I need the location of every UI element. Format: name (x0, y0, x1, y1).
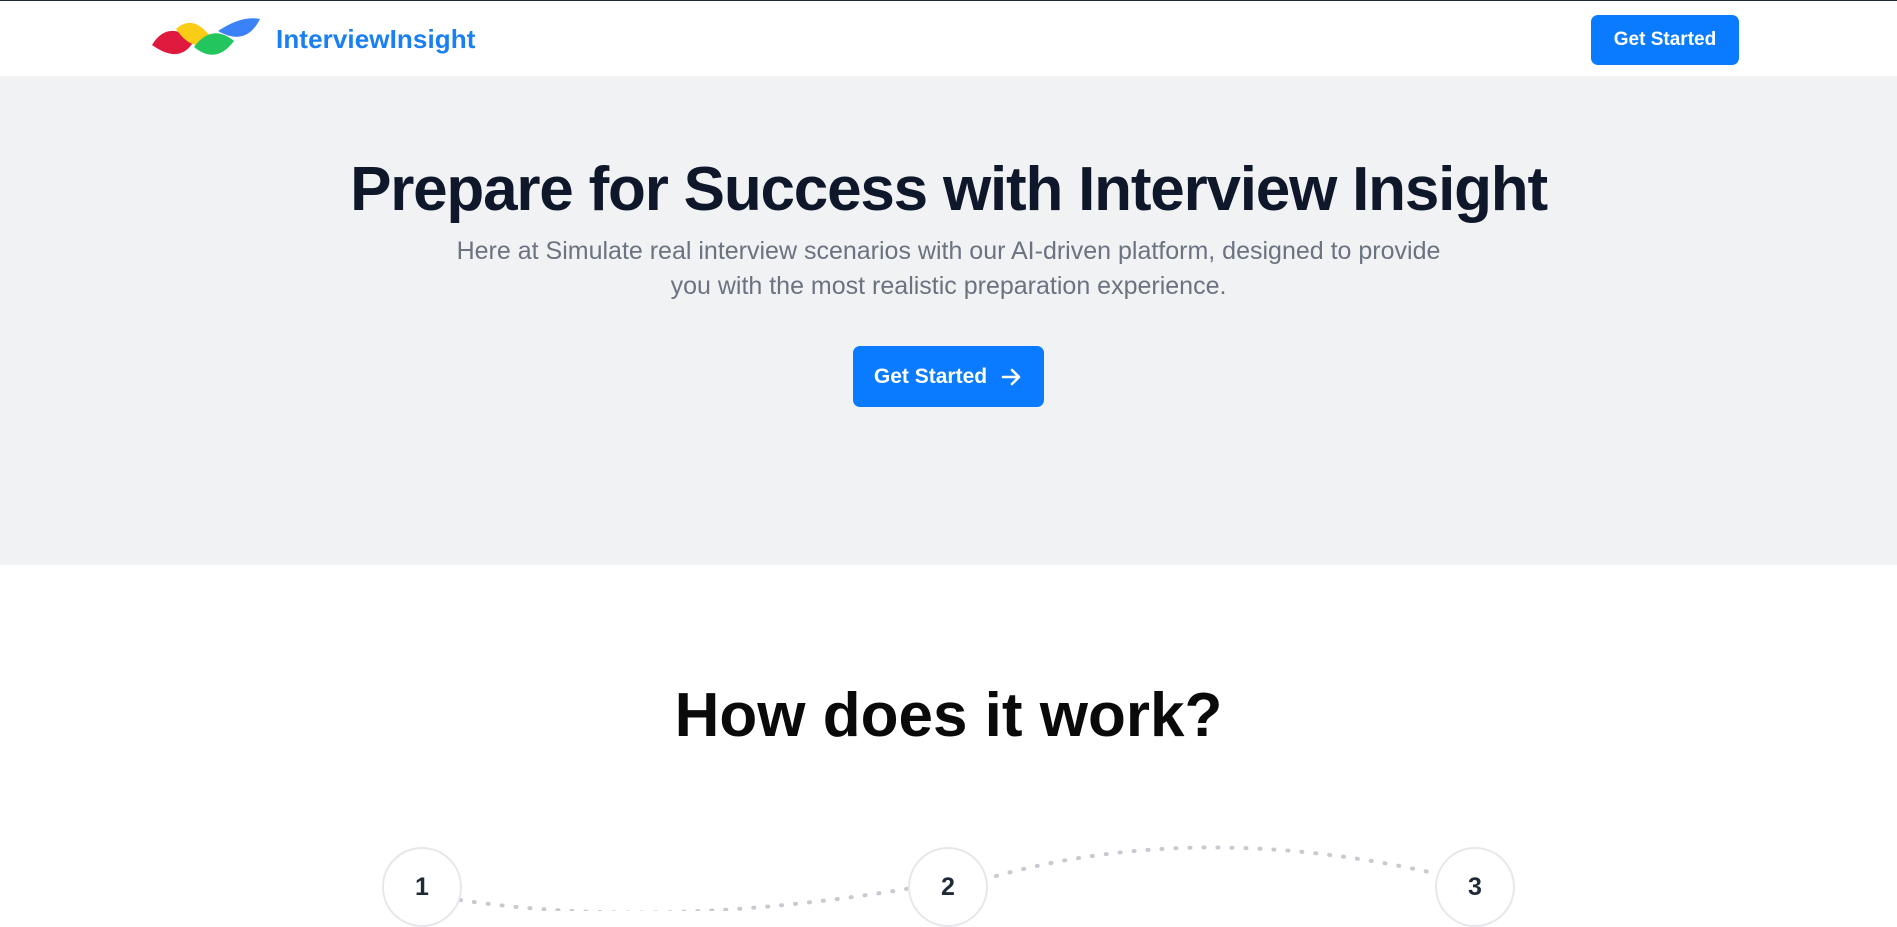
step-2: 2 (908, 847, 988, 927)
how-it-works-title: How does it work? (674, 681, 1223, 750)
arrow-right-icon (1001, 368, 1021, 385)
step-1: 1 (382, 847, 462, 927)
step-3: 3 (1435, 847, 1515, 927)
logo-icon (152, 18, 260, 55)
hero-section: Prepare for Success with Interview Insig… (0, 76, 1897, 565)
header-get-started-button[interactable]: Get Started (1591, 15, 1739, 65)
hero-cta-label: Get Started (873, 364, 988, 388)
site-header: InterviewInsight Get Started (0, 1, 1897, 76)
brand-link[interactable]: InterviewInsight (150, 17, 476, 61)
hero-title: Prepare for Success with Interview Insig… (350, 155, 1548, 224)
hero-get-started-button[interactable]: Get Started (853, 346, 1044, 407)
brand-name: InterviewInsight (276, 24, 476, 54)
hero-subtitle: Here at Simulate real interview scenario… (456, 237, 1441, 300)
